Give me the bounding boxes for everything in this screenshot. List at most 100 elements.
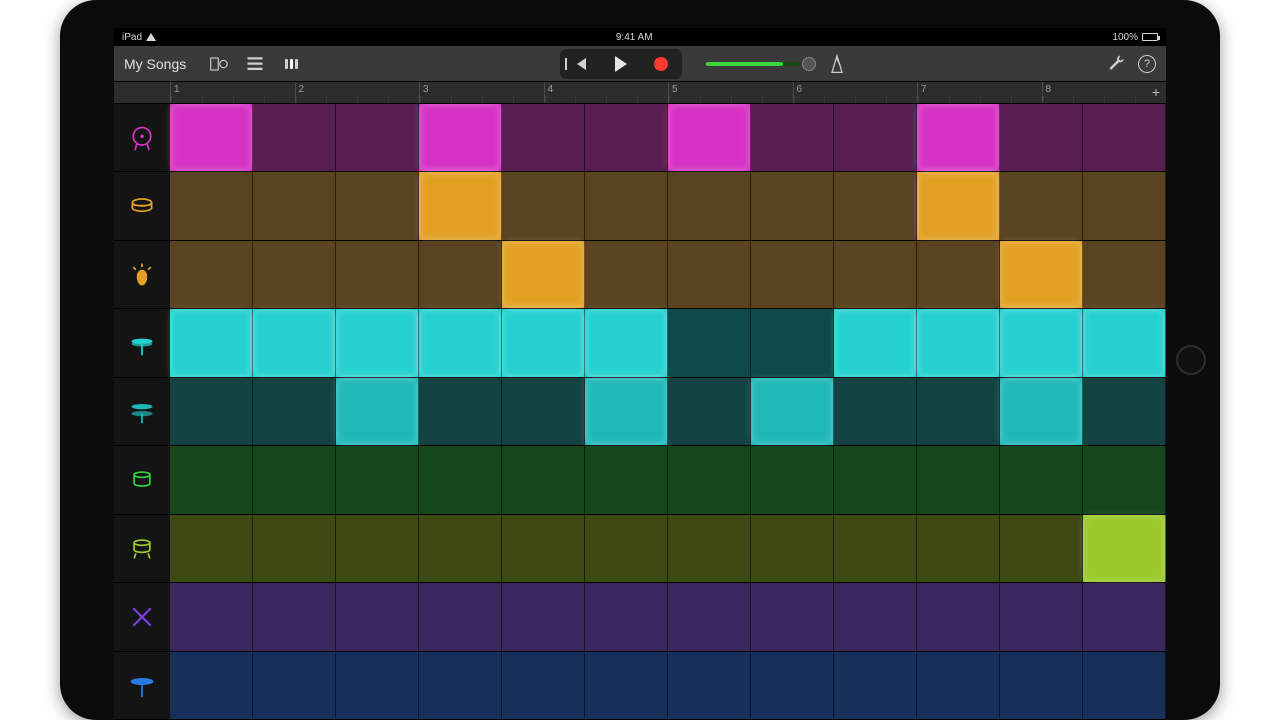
beat-cell[interactable] [585,172,668,239]
beat-cell[interactable] [170,241,253,308]
beat-cell[interactable] [751,652,834,719]
beat-cell[interactable] [253,309,336,376]
beat-cell[interactable] [668,378,751,445]
track-icon-crash[interactable] [114,652,170,720]
beat-cell[interactable] [253,583,336,650]
beat-cell[interactable] [585,104,668,171]
ruler-bar[interactable]: 3 [419,82,544,103]
beat-cell[interactable] [834,583,917,650]
tracks-button[interactable] [244,53,266,75]
ruler-bar[interactable]: 5 [668,82,793,103]
add-bars-button[interactable]: + [1152,85,1160,99]
beat-cell[interactable] [834,241,917,308]
beat-cell[interactable] [917,446,1000,513]
beat-cell[interactable] [502,241,585,308]
beat-cell[interactable] [585,515,668,582]
track-icon-snare[interactable] [114,172,170,240]
beat-cell[interactable] [253,241,336,308]
settings-button[interactable] [1106,53,1128,75]
view-toggle-button[interactable] [208,53,230,75]
beat-cell[interactable] [834,515,917,582]
beat-cell[interactable] [502,104,585,171]
play-button[interactable] [610,53,632,75]
beat-cell[interactable] [336,446,419,513]
beat-cell[interactable] [336,241,419,308]
beat-cell[interactable] [751,583,834,650]
record-button[interactable] [650,53,672,75]
beat-cell[interactable] [917,172,1000,239]
beat-cell[interactable] [917,241,1000,308]
timeline-ruler[interactable]: 12345678 + [114,82,1166,104]
beat-cell[interactable] [170,172,253,239]
beat-cell[interactable] [1083,104,1166,171]
beat-cell[interactable] [502,172,585,239]
beat-cell[interactable] [419,652,502,719]
mixer-button[interactable] [280,53,302,75]
beat-cell[interactable] [668,172,751,239]
beat-cell[interactable] [668,309,751,376]
beat-cell[interactable] [419,583,502,650]
track-icon-tom-lo[interactable] [114,446,170,514]
beat-cell[interactable] [253,652,336,719]
beat-cell[interactable] [419,241,502,308]
beat-cell[interactable] [585,378,668,445]
track-icon-hihat-o[interactable] [114,378,170,446]
beat-cell[interactable] [668,515,751,582]
beat-cell[interactable] [917,378,1000,445]
beat-cell[interactable] [419,309,502,376]
beat-cell[interactable] [1000,515,1083,582]
beat-cell[interactable] [1083,515,1166,582]
track-icon-sticks[interactable] [114,583,170,651]
beat-cell[interactable] [1000,446,1083,513]
beat-cell[interactable] [1083,172,1166,239]
beat-cell[interactable] [336,378,419,445]
beat-cell[interactable] [1000,378,1083,445]
beat-cell[interactable] [502,515,585,582]
beat-cell[interactable] [834,172,917,239]
metronome-button[interactable] [826,53,848,75]
beat-cell[interactable] [668,241,751,308]
beat-cell[interactable] [585,652,668,719]
beat-cell[interactable] [585,241,668,308]
beat-cell[interactable] [917,104,1000,171]
beat-cell[interactable] [170,309,253,376]
beat-cell[interactable] [834,446,917,513]
beat-cell[interactable] [253,172,336,239]
beat-cell[interactable] [1083,309,1166,376]
rewind-button[interactable] [570,53,592,75]
beat-cell[interactable] [668,104,751,171]
beat-cell[interactable] [502,309,585,376]
track-icon-hihat-c[interactable] [114,309,170,377]
beat-cell[interactable] [917,652,1000,719]
beat-cell[interactable] [751,309,834,376]
beat-cell[interactable] [834,378,917,445]
beat-cell[interactable] [419,515,502,582]
beat-cell[interactable] [502,378,585,445]
beat-cell[interactable] [834,309,917,376]
track-icon-clap[interactable] [114,241,170,309]
beat-cell[interactable] [1000,309,1083,376]
beat-cell[interactable] [336,172,419,239]
beat-cell[interactable] [419,446,502,513]
beat-cell[interactable] [1000,241,1083,308]
beat-cell[interactable] [751,241,834,308]
beat-cell[interactable] [1083,378,1166,445]
help-button[interactable]: ? [1138,55,1156,73]
beat-cell[interactable] [170,652,253,719]
beat-cell[interactable] [834,652,917,719]
beat-cell[interactable] [502,652,585,719]
beat-cell[interactable] [170,446,253,513]
beat-cell[interactable] [336,309,419,376]
beat-cell[interactable] [336,104,419,171]
beat-cell[interactable] [419,172,502,239]
beat-cell[interactable] [917,515,1000,582]
beat-cell[interactable] [170,378,253,445]
track-icon-tom-hi[interactable] [114,515,170,583]
ruler-bar[interactable]: 4 [544,82,669,103]
beat-cell[interactable] [419,104,502,171]
beat-cell[interactable] [751,515,834,582]
beat-cell[interactable] [253,446,336,513]
beat-cell[interactable] [170,583,253,650]
ruler-bar[interactable]: 6 [793,82,918,103]
beat-cell[interactable] [917,583,1000,650]
